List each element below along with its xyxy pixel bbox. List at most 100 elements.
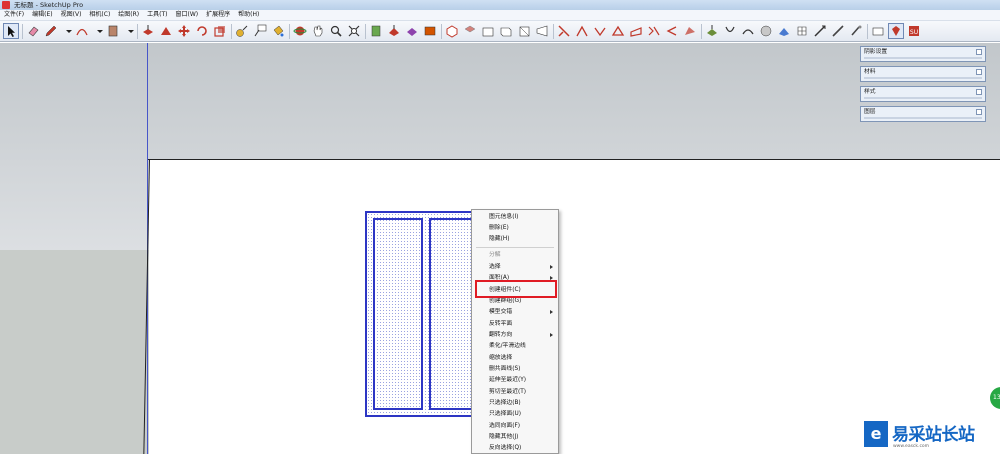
ctx-select-edges-only[interactable]: 只选择边(B) [489, 399, 521, 407]
zoom-icon[interactable] [329, 24, 343, 38]
ctx-select[interactable]: 选择 [489, 263, 501, 271]
ctx-invert-selection[interactable]: 反向选择(Q) [489, 444, 521, 452]
ctx-flip-along[interactable]: 翻转方向 [489, 331, 512, 339]
less-than-icon[interactable] [665, 24, 679, 38]
tape-measure-icon[interactable] [235, 24, 249, 38]
flip-edge-icon[interactable] [831, 24, 845, 38]
eraser-icon[interactable] [26, 24, 40, 38]
menu-file[interactable]: 文件(F) [0, 10, 28, 20]
pan-icon[interactable] [311, 24, 325, 38]
ctx-explode[interactable]: 分解 [489, 251, 501, 259]
view-front-icon[interactable] [481, 24, 495, 38]
ctx-delete-coplanar[interactable]: 删共面线(S) [489, 365, 520, 373]
pencil-icon[interactable] [44, 24, 58, 38]
subtract-icon[interactable] [575, 24, 589, 38]
panel-layers[interactable]: 图层 [860, 106, 986, 122]
ctx-reverse-faces[interactable]: 反转平面 [489, 320, 512, 328]
ctx-make-group[interactable]: 创建群组(G) [489, 297, 521, 305]
window-pane-right [429, 218, 475, 410]
share-model-icon[interactable] [387, 24, 401, 38]
toolbar-separator [553, 23, 554, 39]
ctx-intersect-faces[interactable]: 模型交错 [489, 308, 512, 316]
context-menu: 图元信息(I) 删除(E) 隐藏(H) 分解 选择 面积(A) 创建组件(C) … [471, 209, 559, 454]
grid-icon[interactable] [795, 24, 809, 38]
view-left-icon[interactable] [535, 24, 549, 38]
menu-edit[interactable]: 编辑(E) [28, 10, 56, 20]
arc-icon[interactable] [75, 24, 89, 38]
scale-icon[interactable] [213, 24, 227, 38]
trim-icon[interactable] [611, 24, 625, 38]
view-back-icon[interactable] [517, 24, 531, 38]
selected-window-model[interactable] [365, 211, 483, 417]
orbit-icon[interactable] [293, 24, 307, 38]
highlight-box-make-component [475, 280, 557, 298]
outer-shell-icon[interactable] [647, 24, 661, 38]
ctx-extend-nearest[interactable]: 延伸至最近(Y) [489, 376, 526, 384]
panel-close-icon[interactable] [976, 89, 982, 95]
select-arrow-icon[interactable] [3, 23, 19, 39]
split-icon[interactable] [629, 24, 643, 38]
plugin-icon[interactable]: SU [907, 24, 921, 38]
ctx-zoom-selection[interactable]: 缩放选择 [489, 354, 512, 362]
dropdown-arrow-icon[interactable] [62, 24, 72, 38]
ctx-hide-others[interactable]: 隐藏其他(J) [489, 433, 518, 441]
menu-tools[interactable]: 工具(T) [143, 10, 171, 20]
ctx-entity-info[interactable]: 图元信息(I) [489, 213, 518, 221]
toolbar-separator [365, 23, 366, 39]
panel-divider [864, 77, 982, 79]
toolbar: SU [0, 21, 1000, 42]
panel-close-icon[interactable] [976, 69, 982, 75]
panel-close-icon[interactable] [976, 109, 982, 115]
add-detail-icon[interactable] [813, 24, 827, 38]
panel-divider [864, 57, 982, 59]
get-models-icon[interactable] [369, 24, 383, 38]
push-pull-icon[interactable] [141, 24, 155, 38]
view-iso-icon[interactable] [445, 24, 459, 38]
follow-me-icon[interactable] [159, 24, 173, 38]
panel-styles[interactable]: 样式 [860, 86, 986, 102]
stamp-icon[interactable] [723, 24, 737, 38]
toolbar-separator [441, 23, 442, 39]
ruby-console-icon[interactable] [888, 23, 904, 39]
panel-shadows[interactable]: 阴影设置 [860, 46, 986, 62]
solid-tools-icon[interactable] [683, 24, 697, 38]
extension-warehouse-icon[interactable] [423, 24, 437, 38]
dropdown-arrow-icon[interactable] [124, 24, 134, 38]
zoom-extents-icon[interactable] [347, 24, 361, 38]
menu-draw[interactable]: 绘图(R) [114, 10, 143, 20]
window-pane-left [373, 218, 423, 410]
menu-extensions[interactable]: 扩展程序 [202, 10, 234, 20]
window-title: 无标题 - SketchUp Pro [14, 1, 84, 9]
view-right-icon[interactable] [499, 24, 513, 38]
drape-icon[interactable] [741, 24, 755, 38]
view-top-icon[interactable] [463, 24, 477, 38]
terrain-icon[interactable] [759, 24, 773, 38]
share-component-icon[interactable] [405, 24, 419, 38]
menu-camera[interactable]: 相机(C) [85, 10, 114, 20]
panel-close-icon[interactable] [976, 49, 982, 55]
panel-materials[interactable]: 材料 [860, 66, 986, 82]
rotate-icon[interactable] [195, 24, 209, 38]
union-icon[interactable] [557, 24, 571, 38]
paint-bucket-icon[interactable] [271, 24, 285, 38]
menu-help[interactable]: 帮助(H) [234, 10, 263, 20]
xray-icon[interactable] [871, 24, 885, 38]
ctx-select-faces-only[interactable]: 只选择面(U) [489, 410, 521, 418]
eyedropper-icon[interactable] [849, 24, 863, 38]
rectangle-icon[interactable] [106, 24, 120, 38]
ctx-select-same-facing[interactable]: 选同向面(F) [489, 422, 520, 430]
menu-view[interactable]: 视图(V) [57, 10, 86, 20]
sandbox-icon[interactable] [705, 24, 719, 38]
intersect-icon[interactable] [593, 24, 607, 38]
ctx-hide[interactable]: 隐藏(H) [489, 235, 509, 243]
dropdown-arrow-icon[interactable] [93, 24, 103, 38]
move-icon[interactable] [177, 24, 191, 38]
ctx-soften-edges[interactable]: 柔化/平滑边线 [489, 342, 526, 350]
ctx-delete[interactable]: 删除(E) [489, 224, 509, 232]
submenu-arrow-icon [550, 333, 553, 337]
smoove-icon[interactable] [777, 24, 791, 38]
toolbar-separator [867, 23, 868, 39]
text-label-icon[interactable] [253, 24, 267, 38]
menu-window[interactable]: 窗口(W) [172, 10, 203, 20]
ctx-trim-nearest[interactable]: 剪切至最近(T) [489, 388, 526, 396]
